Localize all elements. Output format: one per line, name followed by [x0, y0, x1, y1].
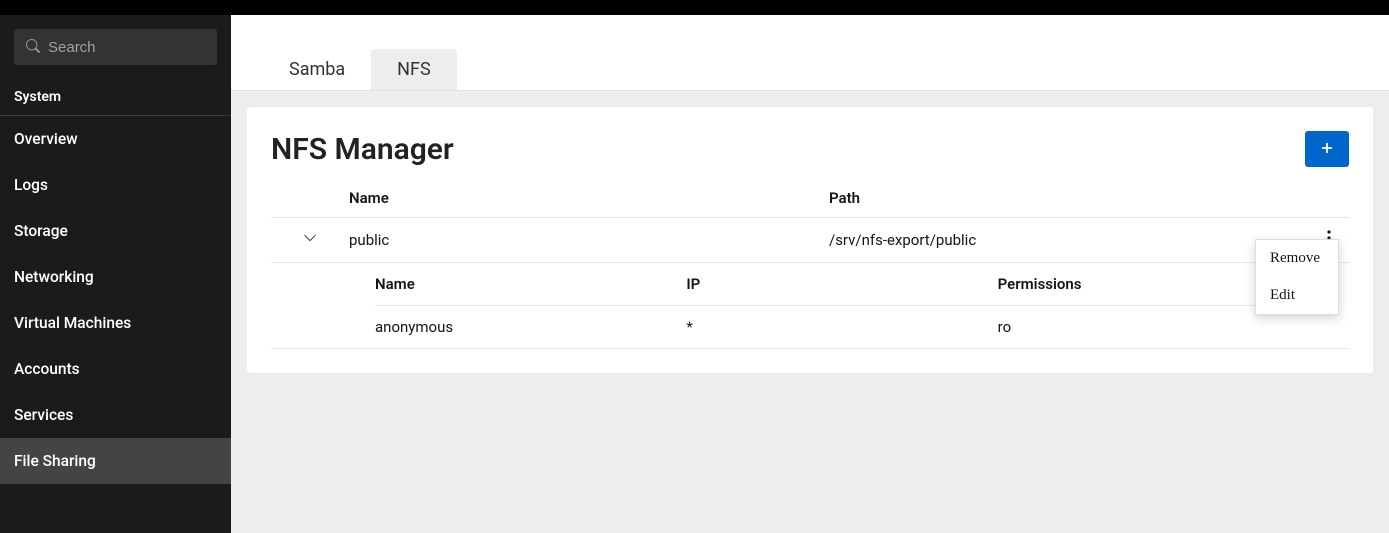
- client-name: anonymous: [375, 318, 686, 336]
- subtable-header: Name IP Permissions: [375, 263, 1309, 306]
- context-menu-remove[interactable]: Remove: [1256, 240, 1338, 277]
- card-header: NFS Manager: [271, 131, 1349, 167]
- add-button[interactable]: [1305, 131, 1349, 167]
- col-name: Name: [349, 189, 829, 207]
- sidebar-item-storage[interactable]: Storage: [0, 208, 231, 254]
- share-path: /srv/nfs-export/public: [829, 231, 1309, 249]
- subtable-row: anonymous * ro: [375, 306, 1309, 348]
- table-row: public /srv/nfs-export/public: [271, 218, 1349, 263]
- app-frame: System Overview Logs Storage Networking …: [0, 15, 1389, 533]
- sidebar-item-networking[interactable]: Networking: [0, 254, 231, 300]
- search-box[interactable]: [14, 29, 217, 65]
- sidebar: System Overview Logs Storage Networking …: [0, 15, 231, 533]
- subcol-name: Name: [375, 275, 686, 293]
- sidebar-item-logs[interactable]: Logs: [0, 162, 231, 208]
- client-permissions: ro: [998, 318, 1309, 336]
- sidebar-item-services[interactable]: Services: [0, 392, 231, 438]
- search-icon: [26, 38, 40, 57]
- subcol-ip: IP: [686, 275, 997, 293]
- sidebar-item-overview[interactable]: Overview: [0, 116, 231, 162]
- page-title: NFS Manager: [271, 132, 454, 167]
- table-header-row: Name Path: [271, 179, 1349, 218]
- sidebar-item-virtual-machines[interactable]: Virtual Machines: [0, 300, 231, 346]
- shares-table: Name Path public /srv/nfs-export/public: [271, 179, 1349, 349]
- tab-samba[interactable]: Samba: [263, 49, 371, 90]
- topbar: [0, 0, 1389, 15]
- sidebar-item-accounts[interactable]: Accounts: [0, 346, 231, 392]
- search-input[interactable]: [48, 39, 247, 56]
- content: Samba NFS NFS Manager Name Path: [231, 15, 1389, 533]
- clients-subtable: Name IP Permissions anonymous * ro: [271, 263, 1349, 349]
- tab-nfs[interactable]: NFS: [371, 49, 456, 90]
- nfs-manager-card: NFS Manager Name Path: [247, 107, 1373, 373]
- sidebar-section-heading: System: [0, 79, 231, 116]
- context-menu: Remove Edit: [1255, 239, 1339, 315]
- tabs: Samba NFS: [231, 15, 1389, 91]
- plus-icon: [1320, 141, 1334, 158]
- search-wrap: [0, 15, 231, 79]
- context-menu-edit[interactable]: Edit: [1256, 277, 1338, 314]
- client-ip: *: [686, 318, 997, 336]
- share-name: public: [349, 231, 829, 249]
- col-path: Path: [829, 189, 1309, 207]
- sidebar-nav: Overview Logs Storage Networking Virtual…: [0, 116, 231, 484]
- sidebar-item-file-sharing[interactable]: File Sharing: [0, 438, 231, 484]
- chevron-down-icon[interactable]: [303, 231, 317, 249]
